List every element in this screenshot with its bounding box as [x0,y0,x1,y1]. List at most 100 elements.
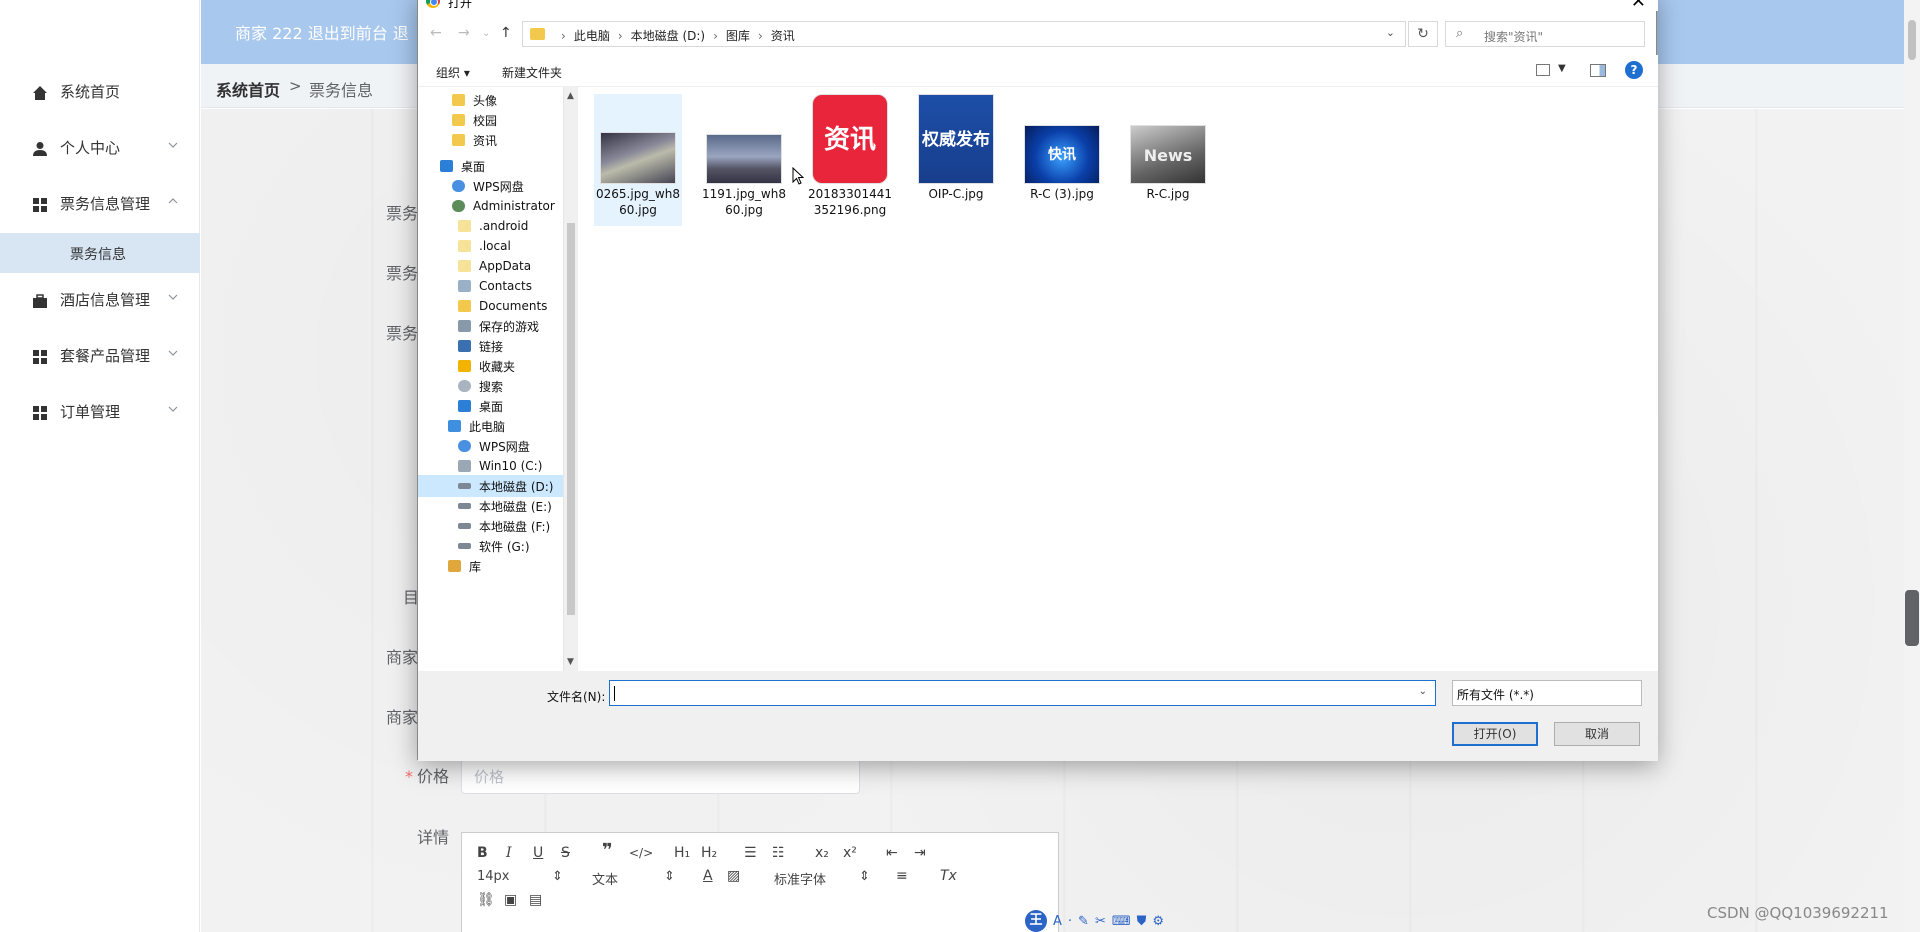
tree-item[interactable]: WPS网盘 [458,435,530,457]
tree-item[interactable]: 保存的游戏 [458,315,539,337]
new-folder-button[interactable]: 新建文件夹 [502,64,562,81]
view-dropdown-icon[interactable]: ▼ [1558,63,1566,74]
ime-logo[interactable]: 王 [1025,910,1047,932]
tree-item[interactable]: WPS网盘 [452,175,524,197]
tree-item[interactable]: 校园 [452,109,497,131]
page-scrollbar[interactable] [1904,0,1920,932]
font-color-icon[interactable]: A [703,868,713,884]
organize-button[interactable]: 组织 ▾ [436,64,470,81]
address-bar[interactable]: › 此电脑 › 本地磁盘 (D:) › 图库 › 资讯 ⌄ [522,21,1406,47]
tree-item[interactable]: 软件 (G:) [458,535,530,557]
preview-pane-icon[interactable] [1590,64,1606,77]
tree-item[interactable]: 桌面 [458,395,503,417]
tree-item[interactable]: 本地磁盘 (F:) [458,515,550,537]
rich-text-editor[interactable]: B I U S ❞ </> H₁ H₂ ☰ ☷ x₂ x² ⇤ ⇥ 14px ⇕… [461,832,1059,932]
quote-icon[interactable]: ❞ [602,842,613,860]
scrollbar-thumb[interactable] [1908,20,1916,60]
navigation-tree[interactable]: 头像 校园 资讯 桌面 WPS网盘 Administrator .android… [418,87,564,671]
tree-item[interactable]: Administrator [452,195,555,217]
address-crumbs[interactable]: › 此电脑 › 本地磁盘 (D:) › 图库 › 资讯 [553,27,795,44]
pen-icon[interactable]: ✎ [1078,914,1089,929]
sidebar-item-home[interactable]: 系统首页 [0,65,200,121]
tree-item[interactable]: AppData [458,255,531,277]
close-button[interactable]: ✕ [1631,0,1646,12]
tree-item[interactable]: 此电脑 [448,415,505,437]
crumb-this-pc[interactable]: 此电脑 [574,29,610,43]
chevron-down-icon[interactable]: ⌄ [1419,686,1427,697]
tree-item[interactable]: Contacts [458,275,532,297]
scrollbar-thumb[interactable] [567,223,575,615]
file-item[interactable]: 权威发布 OIP-C.jpg [912,94,1000,226]
tree-item[interactable]: 链接 [458,335,503,357]
superscript-button[interactable]: x² [843,845,857,861]
sidebar-item-order-management[interactable]: 订单管理 [0,385,200,441]
tree-item[interactable]: 本地磁盘 (E:) [458,495,552,517]
cancel-button[interactable]: 取消 [1554,722,1640,746]
link-icon[interactable]: ⛓ [477,892,495,908]
tree-scrollbar[interactable]: ▲ ▼ [564,87,578,671]
outdent-icon[interactable]: ⇤ [886,845,898,861]
underline-button[interactable]: U [533,845,543,861]
tree-item-selected[interactable]: 本地磁盘 (D:) [418,475,563,497]
recent-dropdown-icon[interactable]: ⌄ [482,28,490,39]
file-item[interactable]: News R-C.jpg [1124,94,1212,226]
search-input[interactable]: ⌕ 搜索"资讯" [1445,21,1645,47]
gear-icon[interactable]: ⚙ [1152,914,1164,929]
shirt-icon[interactable]: ⛊ [1137,914,1147,929]
sidebar-item-ticket-management[interactable]: 票务信息管理 [0,177,200,233]
file-item[interactable]: 快讯 R-C (3).jpg [1018,94,1106,226]
sidebar-item-personal-center[interactable]: 个人中心 [0,121,200,177]
crumb-drive-d[interactable]: 本地磁盘 (D:) [631,29,705,43]
chevron-down-icon[interactable]: ⌄ [1386,26,1395,39]
ordered-list-icon[interactable]: ☰ [744,845,757,861]
strike-button[interactable]: S [561,845,570,861]
chevron-down-icon[interactable]: ⌄ [1457,686,1633,697]
tree-item[interactable]: Win10 (C:) [458,455,542,477]
tree-item[interactable]: 库 [448,555,481,577]
header-title[interactable]: 商家 222 退出到前台 退 [235,20,409,44]
side-widget-handle[interactable] [1905,590,1919,646]
sidebar-subitem-ticket-info[interactable]: 票务信息 [0,233,200,273]
h2-button[interactable]: H₂ [701,845,717,861]
up-arrow-icon[interactable]: ↑ [500,25,512,41]
sidebar-item-package-management[interactable]: 套餐产品管理 [0,329,200,385]
file-item[interactable]: 0265.jpg_wh860.jpg [594,94,682,226]
indent-icon[interactable]: ⇥ [914,845,926,861]
video-icon[interactable]: ▤ [529,892,542,908]
filetype-select[interactable]: 所有文件 (*.*) ⌄ [1452,680,1642,706]
filename-input[interactable]: ⌄ [609,680,1436,706]
forward-arrow-icon[interactable]: → [458,25,470,41]
scroll-up-icon[interactable]: ▲ [567,91,574,101]
ime-letter[interactable]: A [1053,914,1062,929]
tree-item[interactable]: 桌面 [440,155,485,177]
tree-item[interactable]: 头像 [452,89,497,111]
scroll-down-icon[interactable]: ▼ [567,657,574,667]
tree-item[interactable]: 搜索 [458,375,503,397]
tree-item[interactable]: .local [458,235,511,257]
image-icon[interactable]: ▣ [504,892,517,908]
file-item[interactable]: 1191.jpg_wh860.jpg [700,94,788,226]
crumb-news[interactable]: 资讯 [771,29,795,43]
ime-toolbar[interactable]: 王 A · ✎ ✂ ⌨ ⛊ ⚙ [1025,910,1221,932]
scissors-icon[interactable]: ✂ [1095,914,1106,929]
breadcrumb-home[interactable]: 系统首页 [216,77,280,101]
background-color-icon[interactable]: ▨ [727,868,740,884]
clear-format-icon[interactable]: Tx [940,868,957,884]
file-item[interactable]: 资讯 20183301441352196.png [806,94,894,226]
open-button[interactable]: 打开(O) [1452,722,1538,746]
crumb-gallery[interactable]: 图库 [726,29,750,43]
bullet-list-icon[interactable]: ☷ [772,845,785,861]
back-arrow-icon[interactable]: ← [430,25,442,41]
block-type-select[interactable]: 文本 [592,869,618,888]
refresh-button[interactable]: ↻ [1408,21,1438,47]
font-family-select[interactable]: 标准字体 [774,869,826,888]
dialog-titlebar[interactable]: 打开 ✕ [418,0,1658,12]
italic-button[interactable]: I [506,845,512,861]
tree-item[interactable]: 收藏夹 [458,355,515,377]
sidebar-item-hotel-management[interactable]: 酒店信息管理 [0,273,200,329]
align-icon[interactable]: ≡ [896,868,908,884]
subscript-button[interactable]: x₂ [815,845,829,861]
view-icon[interactable] [1536,64,1550,76]
keyboard-icon[interactable]: ⌨ [1112,914,1131,929]
bold-button[interactable]: B [477,845,488,861]
